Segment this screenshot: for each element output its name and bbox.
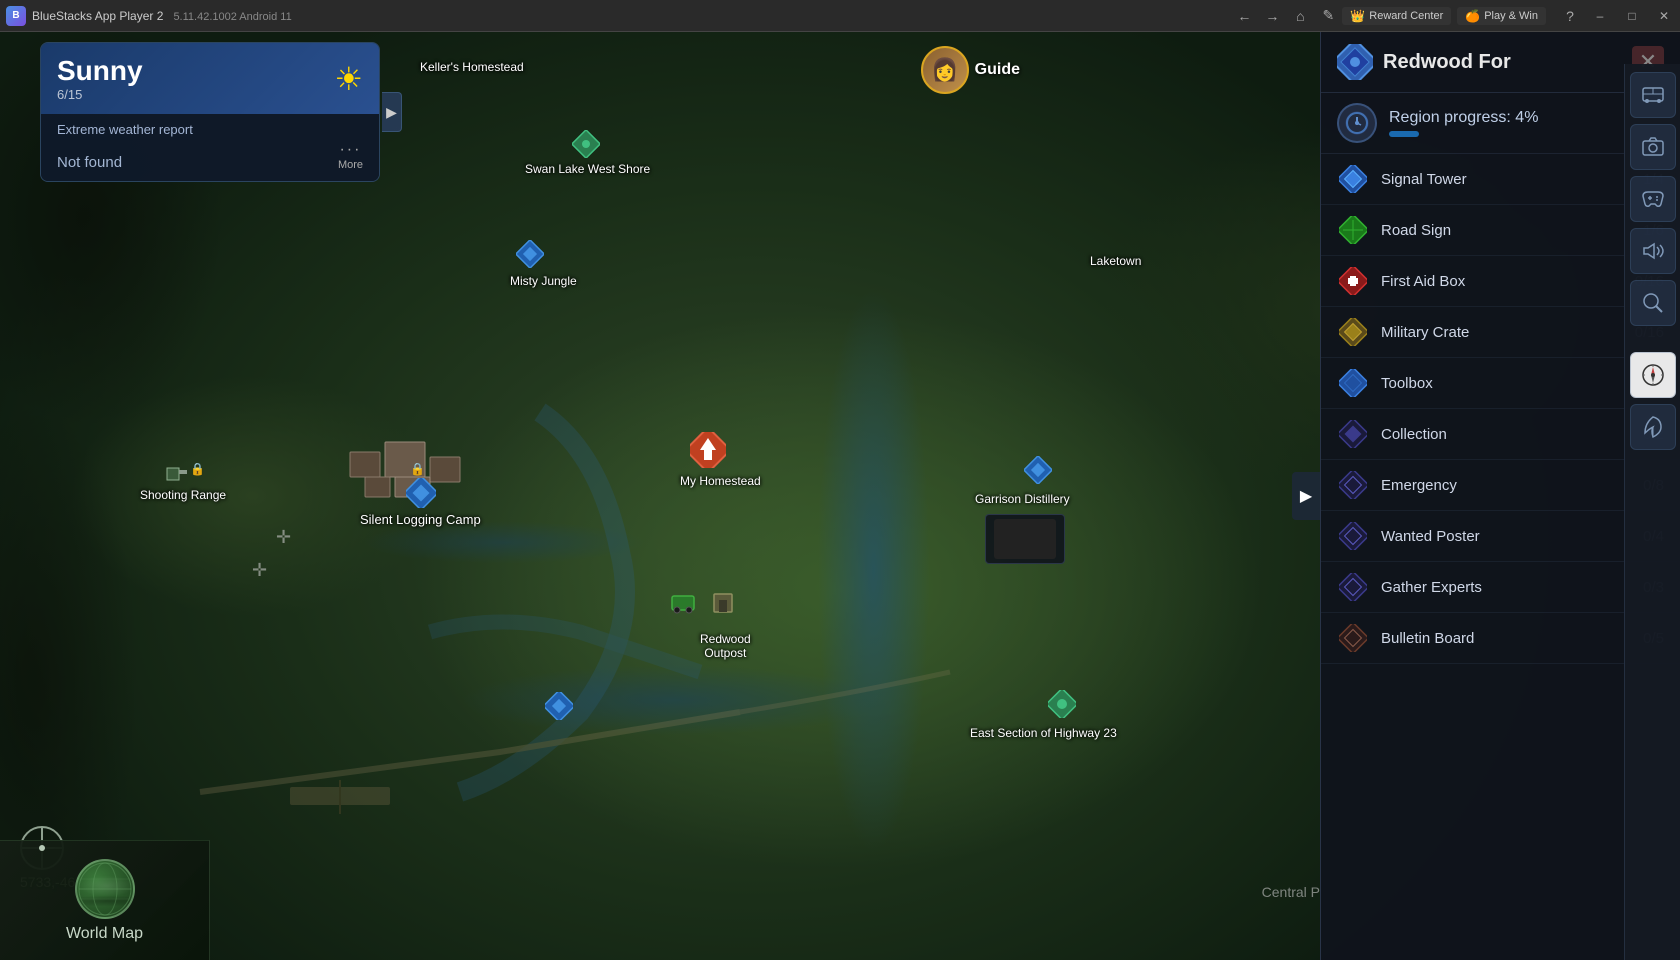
- garrison-overlay: [985, 514, 1065, 564]
- bulletin-board-icon: [1337, 622, 1369, 654]
- lock-icon-logging: 🔒: [410, 462, 425, 476]
- signal-tower-name: Signal Tower: [1381, 171, 1643, 188]
- emergency-name: Emergency: [1381, 477, 1643, 494]
- weather-more-label: More: [338, 159, 363, 171]
- toolbar-leaf-btn[interactable]: [1630, 404, 1676, 450]
- close-btn[interactable]: ✕: [1648, 0, 1680, 32]
- bulletin-board-name: Bulletin Board: [1381, 630, 1643, 647]
- toolbar-compass-btn[interactable]: [1630, 352, 1676, 398]
- crosshair-icon-1: ✛: [276, 527, 291, 548]
- help-btn[interactable]: ?: [1556, 2, 1584, 30]
- panel-title: Redwood For: [1383, 51, 1632, 74]
- app-icon: B: [6, 6, 26, 26]
- reward-center-btn[interactable]: 👑 Reward Center: [1342, 7, 1451, 25]
- road-sign-name: Road Sign: [1381, 222, 1643, 239]
- weather-status: Not found: [57, 154, 122, 171]
- coords-dot: [39, 845, 45, 851]
- weather-report-label: Extreme weather report: [57, 122, 363, 137]
- toolbar-speaker-btn[interactable]: [1630, 228, 1676, 274]
- play-win-icon: 🍊: [1465, 9, 1480, 23]
- gather-experts-icon: [1337, 571, 1369, 603]
- signal-tower-icon: [1337, 163, 1369, 195]
- scroll-indicator[interactable]: ▶: [1292, 472, 1320, 520]
- toolbar-bus-btn[interactable]: [1630, 72, 1676, 118]
- wanted-poster-icon: [1337, 520, 1369, 552]
- minimize-btn[interactable]: –: [1584, 0, 1616, 32]
- app-title: BlueStacks App Player 2 5.11.42.1002 And…: [32, 9, 1230, 23]
- weather-condition: Sunny: [57, 55, 143, 87]
- reward-icon: 👑: [1350, 9, 1365, 23]
- nav-back-btn[interactable]: ←: [1230, 2, 1258, 30]
- nav-bookmark-btn[interactable]: ✎: [1314, 2, 1342, 30]
- restore-btn[interactable]: □: [1616, 0, 1648, 32]
- guide-label: Guide: [975, 61, 1020, 79]
- window-controls: – □ ✕: [1584, 0, 1680, 32]
- collection-icon: [1337, 418, 1369, 450]
- play-win-btn[interactable]: 🍊 Play & Win: [1457, 7, 1546, 25]
- weather-date: 6/15: [57, 87, 143, 102]
- region-progress-text: Region progress: 4%: [1389, 109, 1538, 127]
- military-crate-name: Military Crate: [1381, 324, 1635, 341]
- toolbar-search-btn[interactable]: [1630, 280, 1676, 326]
- right-toolbar: [1624, 64, 1680, 960]
- weather-sun-icon: ☀: [334, 60, 363, 98]
- weather-bottom: Extreme weather report Not found ··· Mor…: [41, 114, 379, 181]
- toolbox-name: Toolbox: [1381, 375, 1635, 392]
- gather-experts-name: Gather Experts: [1381, 579, 1643, 596]
- first-aid-name: First Aid Box: [1381, 273, 1635, 290]
- weather-more-btn[interactable]: ··· More: [338, 141, 363, 171]
- world-map-label: World Map: [66, 925, 143, 943]
- collection-name: Collection: [1381, 426, 1643, 443]
- game-area: Swan Lake West Shore Misty Jungle Shooti…: [0, 32, 1680, 960]
- central-p-label: Central P: [1262, 884, 1320, 900]
- weather-panel: Sunny 6/15 ☀ Extreme weather report Not …: [40, 42, 380, 182]
- emergency-icon: [1337, 469, 1369, 501]
- toolbar-camera-btn[interactable]: [1630, 124, 1676, 170]
- crosshair-icon-2: ✛: [252, 560, 267, 581]
- region-progress-bar: [1389, 131, 1419, 137]
- toolbox-icon: [1337, 367, 1369, 399]
- wanted-poster-name: Wanted Poster: [1381, 528, 1643, 545]
- first-aid-icon: [1337, 265, 1369, 297]
- guide-btn[interactable]: 👩 Guide: [921, 46, 1020, 94]
- world-map-btn[interactable]: World Map: [0, 840, 210, 960]
- guide-avatar: 👩: [921, 46, 969, 94]
- region-icon: [1337, 44, 1373, 80]
- weather-top: Sunny 6/15 ☀: [41, 43, 379, 114]
- region-progress-icon: [1337, 103, 1377, 143]
- world-map-globe: [75, 859, 135, 919]
- titlebar: B BlueStacks App Player 2 5.11.42.1002 A…: [0, 0, 1680, 32]
- collapse-panel-btn[interactable]: ▶: [382, 92, 402, 132]
- military-crate-icon: [1337, 316, 1369, 348]
- toolbar-gamepad-btn[interactable]: [1630, 176, 1676, 222]
- road-sign-icon: [1337, 214, 1369, 246]
- nav-forward-btn[interactable]: →: [1258, 2, 1286, 30]
- lock-icon-shooting: 🔒: [190, 462, 205, 476]
- weather-dots: ···: [339, 141, 361, 159]
- nav-home-btn[interactable]: ⌂: [1286, 2, 1314, 30]
